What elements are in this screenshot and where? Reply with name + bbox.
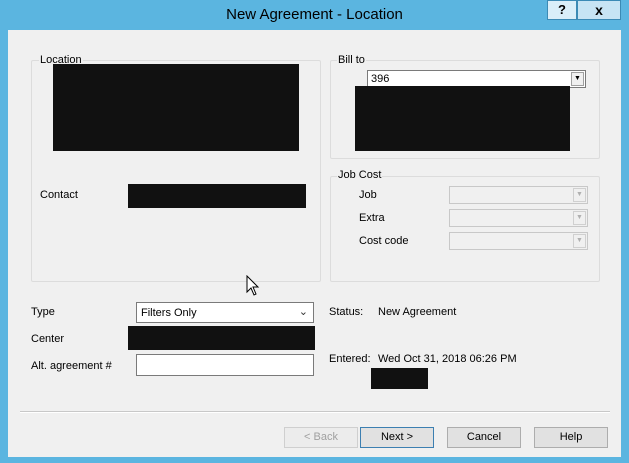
window-title: New Agreement - Location <box>226 6 403 23</box>
alt-agreement-label: Alt. agreement # <box>31 360 112 372</box>
status-label: Status: <box>329 306 364 318</box>
entered-label: Entered: <box>329 353 371 365</box>
dialog-window: New Agreement - Location ? x Location Co… <box>0 0 629 463</box>
bill-to-address-redacted <box>355 86 570 151</box>
next-button[interactable]: Next > <box>360 427 434 448</box>
location-address-redacted <box>53 64 299 151</box>
mouse-pointer-icon <box>246 275 260 296</box>
dropdown-arrow-icon[interactable]: ▼ <box>571 72 584 86</box>
contact-label: Contact <box>40 189 78 201</box>
bill-to-group-label: Bill to <box>337 54 366 66</box>
extra-combo[interactable]: ▼ <box>449 209 588 227</box>
center-field-redacted[interactable] <box>128 326 315 350</box>
bill-to-value: 396 <box>371 73 390 85</box>
center-label: Center <box>31 333 65 345</box>
cancel-button[interactable]: Cancel <box>447 427 521 448</box>
type-label: Type <box>31 306 55 318</box>
job-cost-group-label: Job Cost <box>337 169 383 181</box>
title-close-button[interactable]: x <box>577 0 621 20</box>
entered-value: Wed Oct 31, 2018 06:26 PM <box>378 353 517 365</box>
type-combo[interactable]: Filters Only ⌄ <box>136 302 314 323</box>
contact-field-redacted[interactable] <box>128 184 306 208</box>
cost-code-label: Cost code <box>359 235 409 247</box>
alt-agreement-input[interactable] <box>136 354 314 376</box>
title-bar[interactable]: New Agreement - Location ? x <box>0 0 629 30</box>
dropdown-arrow-icon[interactable]: ▼ <box>573 188 586 202</box>
dropdown-arrow-icon[interactable]: ▼ <box>573 211 586 225</box>
type-value: Filters Only <box>141 307 197 319</box>
extra-label: Extra <box>359 212 385 224</box>
entered-by-redacted <box>371 368 428 389</box>
job-label: Job <box>359 189 377 201</box>
chevron-down-icon[interactable]: ⌄ <box>299 305 308 318</box>
status-value: New Agreement <box>378 306 457 318</box>
divider <box>20 411 610 413</box>
help-button[interactable]: Help <box>534 427 608 448</box>
job-combo[interactable]: ▼ <box>449 186 588 204</box>
dialog-client-area: Location Contact Bill to 396 ▼ Job Cost … <box>8 30 621 457</box>
title-help-button[interactable]: ? <box>547 0 577 20</box>
dropdown-arrow-icon[interactable]: ▼ <box>573 234 586 248</box>
cost-code-combo[interactable]: ▼ <box>449 232 588 250</box>
back-button[interactable]: < Back <box>284 427 358 448</box>
